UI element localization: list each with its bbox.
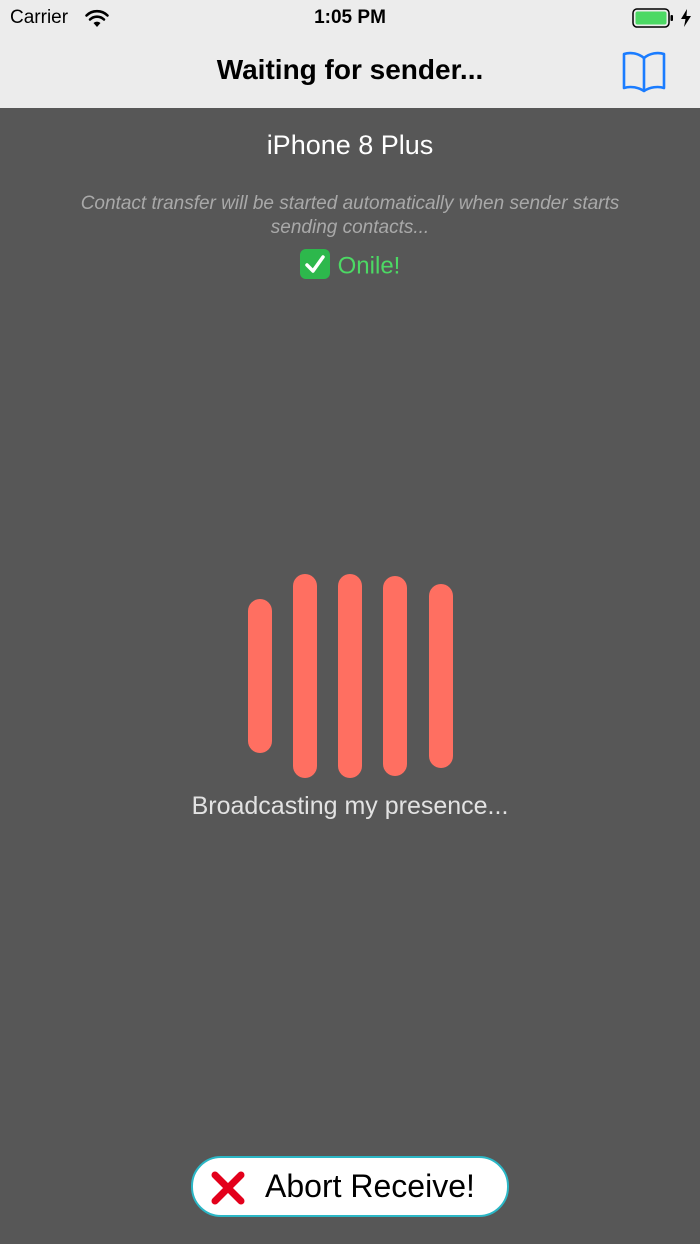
nav-title: Waiting for sender... [216,54,484,85]
check-mark-icon [299,249,330,279]
animation-bar [248,599,272,753]
device-name: iPhone 8 Plus [266,130,434,160]
charging-bolt-icon [681,9,691,27]
book-icon [622,51,666,93]
transfer-info-text: Contact transfer will be started automat… [80,193,620,238]
online-status: Onile! [0,249,700,282]
animation-bar [338,574,362,778]
abort-receive-button[interactable]: Abort Receive! [191,1156,509,1217]
broadcast-status-text: Broadcasting my presence... [191,792,509,820]
animation-bar [383,576,407,776]
animation-bar [429,584,453,768]
abort-button-label: Abort Receive! [265,1168,475,1204]
status-bar: Carrier 1:05 PM [0,0,700,36]
battery-icon [632,8,673,28]
online-label: Onile! [337,252,401,280]
book-button[interactable] [618,48,670,94]
status-time: 1:05 PM [314,7,386,28]
navigation-bar: Waiting for sender... [0,36,700,108]
cross-mark-icon [211,1171,245,1205]
broadcast-animation [0,0,700,1244]
animation-bar [293,574,317,778]
